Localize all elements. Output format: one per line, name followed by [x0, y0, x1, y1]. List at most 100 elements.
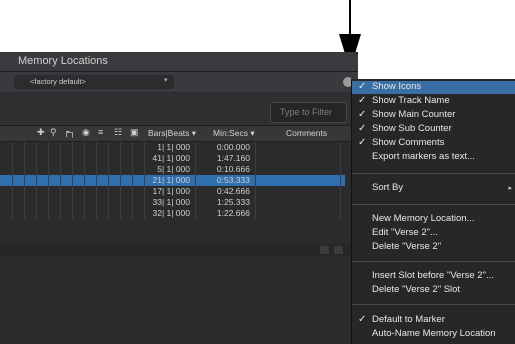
table-row[interactable]: 1| 1| 000 0:00.000 [0, 142, 345, 153]
min-secs-cell: 1:47.160 [216, 153, 250, 163]
column-divider [195, 208, 196, 219]
comments-header[interactable]: Comments [286, 128, 327, 138]
table-row[interactable]: 41| 1| 000 1:47.160 [0, 153, 345, 164]
menu-item-label: Sort By [372, 182, 404, 193]
menu-item-label: Auto-Name Memory Location [372, 328, 496, 339]
min-secs-header[interactable]: Min:Secs ▾ [213, 128, 255, 139]
memory-locations-table: 1| 1| 000 0:00.000 41| 1| 000 1:47.160 5… [0, 142, 358, 257]
column-divider [120, 164, 121, 175]
horizontal-scrollbar[interactable] [0, 245, 358, 255]
track-height-icon[interactable]: ≡ [98, 127, 103, 137]
min-secs-cell: 1:25.333 [216, 197, 250, 207]
column-divider [255, 142, 256, 153]
table-row[interactable]: 32| 1| 000 1:22.666 [0, 208, 345, 219]
menu-item-new-memory-location[interactable]: New Memory Location... [352, 213, 515, 226]
column-divider [195, 197, 196, 208]
column-divider [12, 153, 13, 164]
menu-item-sort-by[interactable]: Sort By ▸ [352, 182, 515, 195]
column-divider [96, 208, 97, 219]
check-icon: ✓ [358, 95, 367, 106]
column-divider [24, 164, 25, 175]
column-divider [96, 153, 97, 164]
table-row[interactable]: 5| 1| 000 0:10.666 [0, 164, 345, 175]
column-divider [144, 208, 145, 219]
menu-item-edit-verse-2[interactable]: Edit "Verse 2"... [352, 227, 515, 240]
column-divider [60, 164, 61, 175]
chevron-down-icon: ▾ [164, 77, 168, 84]
table-row[interactable]: 17| 1| 000 0:42.666 [0, 186, 345, 197]
scroll-right-button[interactable] [334, 246, 343, 254]
column-divider [96, 175, 97, 186]
annotation-arrow-line [349, 0, 351, 38]
scroll-left-button[interactable] [320, 246, 329, 254]
column-divider [144, 142, 145, 153]
column-divider [255, 197, 256, 208]
column-divider [108, 142, 109, 153]
column-divider [132, 164, 133, 175]
column-divider [36, 208, 37, 219]
column-divider [60, 197, 61, 208]
group-icon[interactable]: ☷ [114, 127, 122, 138]
menu-item-insert-slot[interactable]: Insert Slot before "Verse 2"... [352, 270, 515, 283]
pre-post-roll-icon[interactable]: ┍┐ [64, 127, 76, 138]
column-divider [72, 153, 73, 164]
menu-item-delete-verse-2[interactable]: Delete "Verse 2" [352, 241, 515, 254]
menu-item-show-icons[interactable]: ✓ Show Icons [352, 81, 515, 94]
menu-item-auto-name[interactable]: Auto-Name Memory Location [352, 328, 515, 341]
menu-item-delete-slot[interactable]: Delete "Verse 2" Slot [352, 284, 515, 297]
menu-item-label: Show Comments [372, 137, 445, 148]
column-divider [195, 153, 196, 164]
menu-item-label: Default to Marker [372, 314, 445, 325]
menu-item-default-to-marker[interactable]: ✓ Default to Marker [352, 314, 515, 327]
column-divider [48, 153, 49, 164]
bars-beats-cell: 5| 1| 000 [157, 164, 190, 174]
table-row-selected[interactable]: 21| 1| 000 0:53.333 [0, 175, 345, 186]
menu-item-export-markers[interactable]: Export markers as text... [352, 151, 515, 164]
preset-selector[interactable]: <factory default> ▾ [14, 75, 174, 89]
column-divider [340, 142, 341, 153]
column-divider [132, 153, 133, 164]
column-divider [84, 186, 85, 197]
column-divider [195, 164, 196, 175]
preset-label: <factory default> [30, 77, 86, 86]
bars-beats-cell: 32| 1| 000 [152, 208, 190, 218]
column-divider [96, 142, 97, 153]
eye-icon[interactable]: ◉ [82, 127, 90, 138]
magnify-icon[interactable]: ⚲ [50, 127, 57, 138]
column-divider [340, 164, 341, 175]
filter-input[interactable]: Type to Filter [270, 102, 347, 123]
column-divider [132, 142, 133, 153]
column-divider [144, 175, 145, 186]
bars-beats-header[interactable]: Bars|Beats ▾ [148, 128, 196, 139]
column-divider [60, 208, 61, 219]
column-divider [48, 208, 49, 219]
column-divider [132, 197, 133, 208]
window-config-icon[interactable]: ▣ [130, 127, 139, 138]
column-divider [24, 175, 25, 186]
menu-item-label: Show Sub Counter [372, 123, 452, 134]
submenu-arrow-icon: ▸ [508, 185, 512, 192]
column-divider [132, 175, 133, 186]
column-divider [24, 142, 25, 153]
column-divider [36, 142, 37, 153]
menu-separator [352, 204, 515, 205]
menu-item-show-track-name[interactable]: ✓ Show Track Name [352, 95, 515, 108]
column-divider [108, 175, 109, 186]
column-divider [12, 197, 13, 208]
column-divider [24, 153, 25, 164]
column-divider [255, 164, 256, 175]
menu-item-label: New Memory Location... [372, 213, 475, 224]
column-divider [120, 197, 121, 208]
column-divider [60, 175, 61, 186]
column-divider [132, 208, 133, 219]
column-divider [84, 142, 85, 153]
table-row[interactable]: 33| 1| 000 1:25.333 [0, 197, 345, 208]
menu-item-show-sub-counter[interactable]: ✓ Show Sub Counter [352, 123, 515, 136]
menu-item-show-comments[interactable]: ✓ Show Comments [352, 137, 515, 150]
column-divider [96, 197, 97, 208]
column-divider [255, 208, 256, 219]
menu-item-label: Show Track Name [372, 95, 450, 106]
zoom-icon[interactable]: ✚ [37, 127, 45, 138]
menu-item-show-main-counter[interactable]: ✓ Show Main Counter [352, 109, 515, 122]
titlebar[interactable]: Memory Locations [0, 52, 358, 72]
